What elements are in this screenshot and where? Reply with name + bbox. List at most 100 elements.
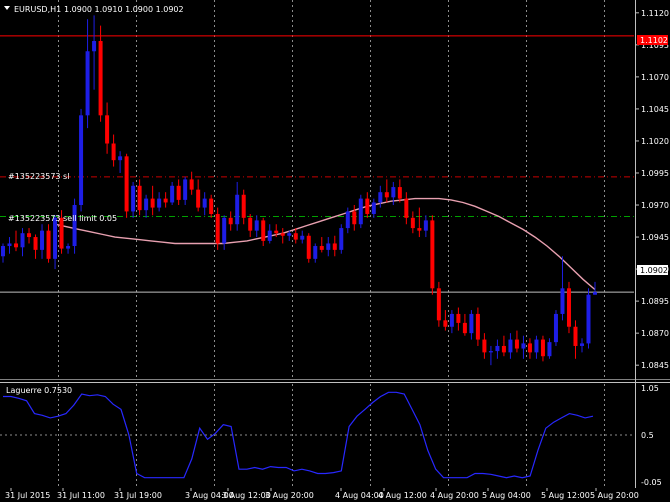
candle-body[interactable] [98,41,103,116]
candle-body[interactable] [352,211,357,225]
candle-body[interactable] [14,243,19,248]
candle-body[interactable] [430,220,435,289]
candle-body[interactable] [183,179,188,200]
time-axis-label: 31 Jul 19:00 [114,491,162,500]
candle-body[interactable] [157,198,162,208]
symbol-timeframe: EURUSD,H1 [14,5,61,14]
time-axis-label: 4 Aug 20:00 [430,491,479,500]
candle-body[interactable] [254,220,259,231]
candle-body[interactable] [222,217,227,244]
candle-body[interactable] [53,217,58,259]
candle-body[interactable] [124,156,129,212]
candle-body[interactable] [300,235,305,240]
candle-body[interactable] [326,243,331,250]
price-axis-label: 1.1020 [641,137,669,146]
time-axis-label: 5 Aug 12:00 [541,491,590,500]
candle-body[interactable] [235,194,240,225]
candle-body[interactable] [196,189,201,208]
candle-body[interactable] [462,322,467,334]
candle-body[interactable] [131,185,136,212]
candle-body[interactable] [514,339,519,349]
candle-body[interactable] [371,202,376,214]
candle-body[interactable] [66,246,71,249]
candle-body[interactable] [209,198,214,214]
candle-body[interactable] [267,230,272,241]
candle-body[interactable] [105,115,110,144]
candle-body[interactable] [547,342,552,357]
candle-body[interactable] [202,198,207,208]
sell-limit-label[interactable]: #135223573 sell limit 0.05 [8,214,117,223]
candle-body[interactable] [501,345,506,353]
candle-body[interactable] [358,198,363,225]
candle-body[interactable] [1,246,5,257]
candle-body[interactable] [339,228,344,250]
candle-body[interactable] [436,288,441,321]
candle-body[interactable] [79,115,84,206]
candle-body[interactable] [560,288,565,314]
candle-body[interactable] [228,217,233,225]
time-axis-label: 3 Aug 12:00 [222,491,271,500]
candle-body[interactable] [306,235,311,259]
candle-body[interactable] [449,313,454,327]
candle-body[interactable] [365,198,370,214]
candle-body[interactable] [137,185,142,211]
candle-body[interactable] [573,326,578,346]
candle-body[interactable] [40,230,45,250]
candle-body[interactable] [508,339,513,353]
candle-body[interactable] [456,313,461,323]
candle-body[interactable] [534,339,539,353]
candle-body[interactable] [417,228,422,231]
candle-body[interactable] [397,187,402,199]
candle-body[interactable] [274,230,279,234]
candle-body[interactable] [521,343,526,349]
candle-body[interactable] [443,320,448,327]
candle-body[interactable] [280,233,285,236]
candle-body[interactable] [579,343,584,346]
candle-body[interactable] [410,217,415,229]
candle-body[interactable] [391,187,396,198]
candle-body[interactable] [46,230,51,259]
candle-body[interactable] [293,233,298,240]
candle-body[interactable] [495,345,500,352]
candle-body[interactable] [144,198,149,211]
candle-body[interactable] [566,288,571,327]
candle-body[interactable] [319,246,324,250]
candle-body[interactable] [469,313,474,334]
candle-body[interactable] [345,211,350,229]
candle-body[interactable] [215,213,220,244]
candle-body[interactable] [72,205,77,247]
candle-body[interactable] [261,220,266,241]
candle-body[interactable] [118,156,123,161]
candle-body[interactable] [332,243,337,250]
candle-body[interactable] [248,217,253,231]
candle-body[interactable] [163,198,168,203]
candle-body[interactable] [593,292,597,295]
candle-body[interactable] [27,233,32,238]
candle-body[interactable] [176,185,181,200]
candle-body[interactable] [378,192,383,203]
candle-body[interactable] [33,237,38,250]
candle-body[interactable] [423,220,428,231]
candle-body[interactable] [540,339,545,357]
candle-body[interactable] [384,192,389,198]
candle-body[interactable] [553,313,558,343]
candle-body[interactable] [170,185,175,203]
candle-body[interactable] [404,198,409,218]
candle-body[interactable] [150,198,155,208]
candle-body[interactable] [189,179,194,190]
candle-body[interactable] [241,194,246,218]
candle-body[interactable] [92,41,97,52]
stop-loss-label[interactable]: #135223573 sl [8,172,69,181]
candle-body[interactable] [586,294,591,344]
candle-body[interactable] [527,343,532,353]
candle-body[interactable] [488,351,493,353]
candle-body[interactable] [482,339,487,353]
chart-window[interactable]: 1.11201.10951.10701.10451.10201.09951.09… [0,0,670,502]
candle-body[interactable] [313,246,318,259]
candle-body[interactable] [20,233,25,248]
candle-body[interactable] [85,51,90,116]
candle-body[interactable] [111,143,116,161]
candle-body[interactable] [287,233,292,236]
candle-body[interactable] [7,243,12,247]
candle-body[interactable] [475,313,480,340]
